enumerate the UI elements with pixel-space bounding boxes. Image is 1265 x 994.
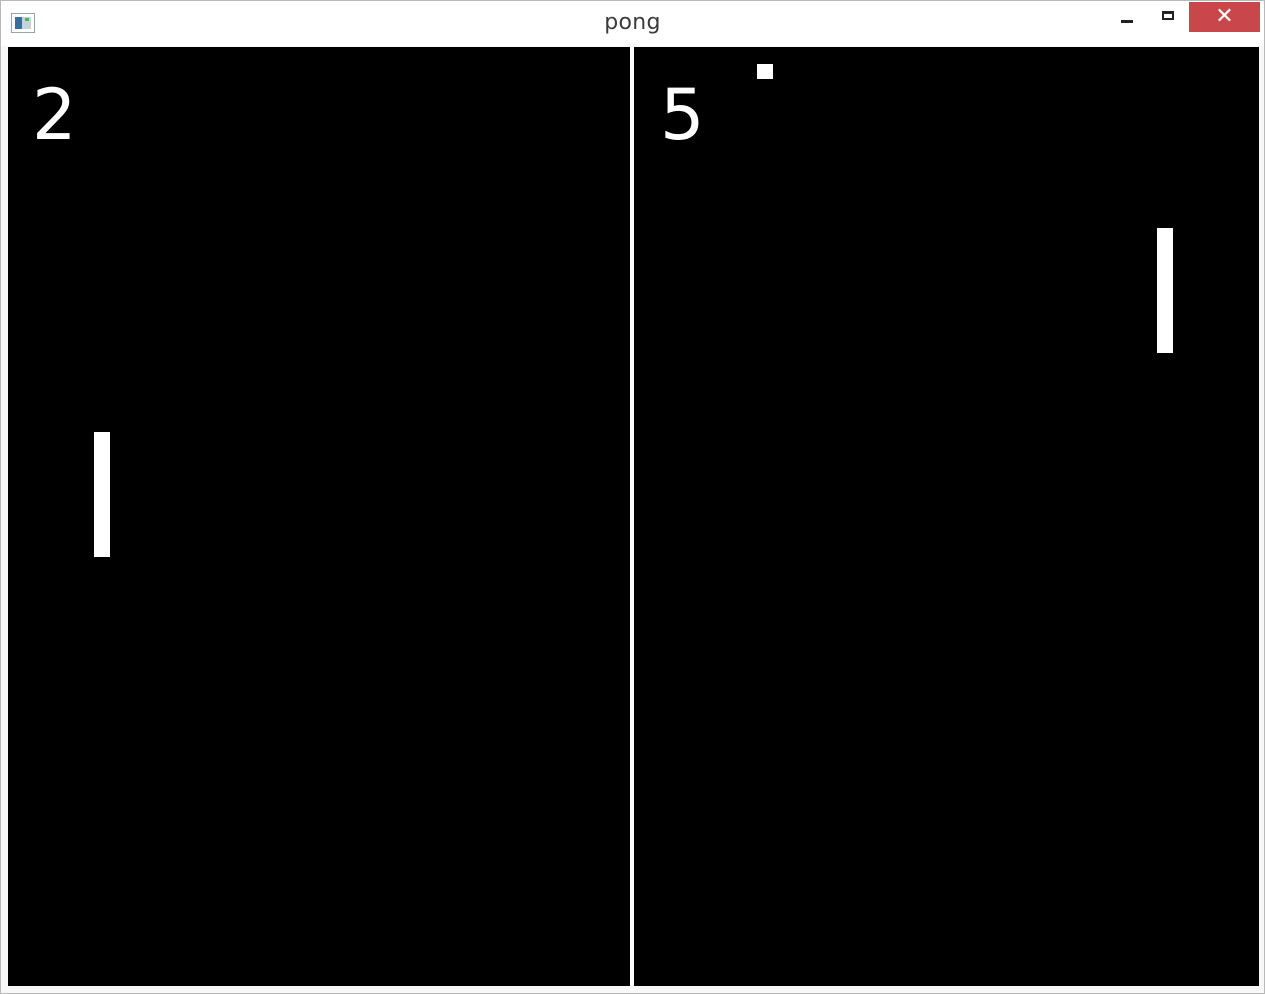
close-icon: ✕ [1215, 4, 1234, 29]
left-player-score: 2 [32, 74, 77, 156]
close-button[interactable]: ✕ [1189, 2, 1260, 32]
left-paddle [94, 432, 110, 557]
minimize-button[interactable] [1107, 2, 1147, 32]
game-canvas[interactable]: 2 5 [8, 47, 1259, 986]
maximize-icon [1162, 11, 1174, 20]
window-title: pong [604, 10, 661, 35]
app-window: pong ✕ 2 5 [0, 0, 1265, 994]
minimize-icon [1121, 20, 1133, 23]
right-player-score: 5 [660, 74, 705, 156]
right-paddle [1157, 228, 1173, 353]
maximize-button[interactable] [1149, 2, 1189, 32]
ball [757, 64, 773, 79]
title-bar[interactable]: pong ✕ [1, 1, 1264, 46]
center-net [630, 47, 634, 986]
